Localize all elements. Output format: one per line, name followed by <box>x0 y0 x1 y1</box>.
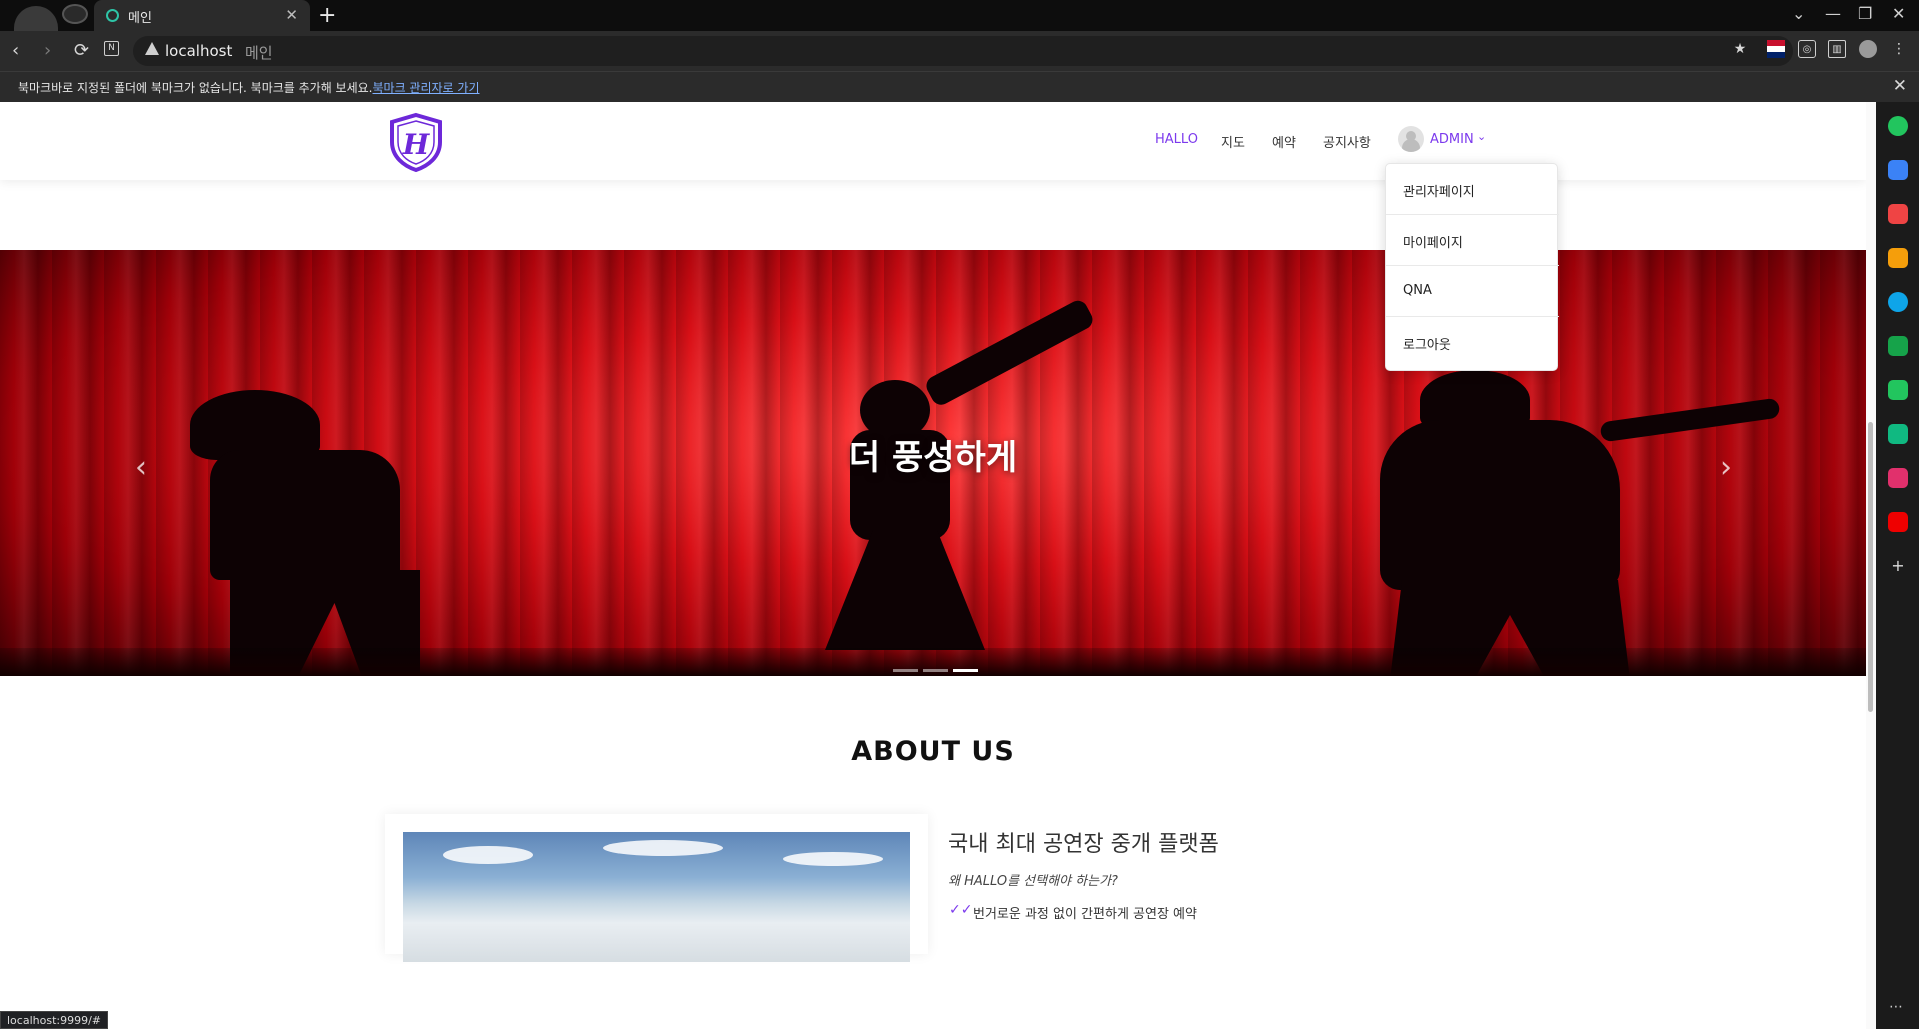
browser-toolbar: ‹ › ⟳ N localhost 메인 ⌕ ★ ◎ ▥ ⋮ <box>0 31 1919 71</box>
about-heading: 국내 최대 공연장 중개 플랫폼 <box>948 832 1219 857</box>
nav-map[interactable]: 지도 <box>1221 132 1245 151</box>
star-icon[interactable] <box>1888 248 1908 268</box>
user-avatar[interactable] <box>1398 126 1424 152</box>
user-menu-toggle[interactable]: ADMIN <box>1430 132 1474 147</box>
back-button[interactable]: ‹ <box>12 40 19 61</box>
briefcase-icon[interactable] <box>1888 160 1908 180</box>
about-subheading: 왜 HALLO를 선택해야 하는가? <box>948 874 1118 889</box>
naver-icon[interactable] <box>1888 336 1908 356</box>
tab-title: 메인 <box>128 11 152 26</box>
city-landscape-image <box>403 832 910 962</box>
bookmark-star-icon[interactable]: ★ <box>1731 40 1749 58</box>
status-url: localhost:9999/# <box>0 1011 108 1029</box>
web-page: H HALLO 지도 예약 공지사항 ADMIN ⌄ 관리자페이지 마이페이지 … <box>0 102 1866 1029</box>
menu-item-label: 마이페이지 <box>1403 236 1463 251</box>
restore-button[interactable]: ❐ <box>1858 4 1872 23</box>
add-icon[interactable]: + <box>1888 556 1908 576</box>
svg-text:H: H <box>402 128 431 161</box>
hallo-logo-icon[interactable]: H <box>388 112 444 172</box>
pocket-icon[interactable] <box>1888 204 1908 224</box>
site-header: H HALLO 지도 예약 공지사항 ADMIN ⌄ <box>0 102 1866 180</box>
bookmark-bar-close-button[interactable]: ✕ <box>1893 76 1907 96</box>
browser-tab-bar: 메인 ✕ + ⌄ — ❐ ✕ <box>0 0 1919 32</box>
carousel-indicator-active[interactable] <box>953 669 978 672</box>
carousel-indicator[interactable] <box>923 669 948 672</box>
cloud-shape <box>603 840 723 856</box>
about-point: 번거로운 과정 없이 간편하게 공연장 예약 <box>973 907 1197 922</box>
close-window-button[interactable]: ✕ <box>1892 4 1905 23</box>
hero-title: 더 풍성하게 <box>848 438 1018 478</box>
forward-button[interactable]: › <box>44 40 51 61</box>
menu-item-label: QNA <box>1403 283 1432 298</box>
nav-hallo[interactable]: HALLO <box>1155 132 1198 147</box>
carousel-next-button[interactable]: › <box>1720 450 1732 485</box>
carousel-prev-button[interactable]: ‹ <box>135 450 147 485</box>
webtoon-icon[interactable] <box>1888 424 1908 444</box>
screenshot-icon[interactable]: ◎ <box>1798 40 1816 58</box>
double-check-icon: ✓✓ <box>949 902 973 918</box>
address-bar[interactable]: localhost 메인 ⌕ <box>133 36 1793 66</box>
menu-item-label: 로그아웃 <box>1403 338 1451 353</box>
not-secure-icon[interactable] <box>145 42 159 55</box>
bookmark-message-text: 북마크바로 지정된 폴더에 북마크가 없습니다. 북마크를 추가해 보세요. <box>18 81 373 95</box>
menu-icon[interactable]: ⋮ <box>1890 40 1908 58</box>
new-tab-button[interactable]: + <box>318 3 336 28</box>
chart-icon[interactable] <box>1888 380 1908 400</box>
scrollbar-thumb[interactable] <box>1868 422 1873 712</box>
tab-close-button[interactable]: ✕ <box>285 6 298 24</box>
cloud-shape <box>783 852 883 866</box>
nav-notice[interactable]: 공지사항 <box>1323 132 1371 151</box>
more-icon[interactable]: ⋯ <box>1889 999 1903 1015</box>
menu-item-logout[interactable]: 로그아웃 <box>1386 317 1559 368</box>
user-dropdown-menu: 관리자페이지 마이페이지 QNA 로그아웃 <box>1385 163 1559 371</box>
translate-flag-icon[interactable] <box>1767 40 1785 58</box>
bookmark-bar-message: 북마크바로 지정된 폴더에 북마크가 없습니다. 북마크를 추가해 보세요.북마… <box>18 79 480 96</box>
youtube-icon[interactable] <box>1888 512 1908 532</box>
profile-avatar[interactable] <box>14 6 58 32</box>
about-image-card <box>385 814 928 962</box>
address-page-title: 메인 <box>245 44 273 62</box>
circle-icon[interactable] <box>1888 116 1908 136</box>
nav-reservation[interactable]: 예약 <box>1272 132 1296 151</box>
sidebar-toggle-icon[interactable]: ▥ <box>1828 40 1846 58</box>
bookmark-manager-link[interactable]: 북마크 관리자로 가기 <box>373 81 480 95</box>
address-host: localhost <box>165 42 233 60</box>
edge-icon[interactable] <box>1888 292 1908 312</box>
minimize-button[interactable]: — <box>1825 4 1841 23</box>
tab-search-button[interactable]: ⌄ <box>1792 4 1805 23</box>
reload-button[interactable]: ⟳ <box>74 40 89 61</box>
notion-extension-icon[interactable]: N <box>104 41 119 56</box>
silhouette-figure <box>825 530 985 650</box>
tab-favicon-icon <box>106 9 119 22</box>
silhouette-figure <box>922 297 1096 409</box>
menu-item-admin-page[interactable]: 관리자페이지 <box>1386 164 1559 215</box>
cloud-shape <box>443 846 533 864</box>
browser-tab[interactable]: 메인 ✕ <box>94 0 310 31</box>
hero-carousel: 더 풍성하게 ‹ › <box>0 250 1866 676</box>
menu-item-my-page[interactable]: 마이페이지 <box>1386 215 1559 266</box>
about-title: ABOUT US <box>851 736 1015 767</box>
instagram-icon[interactable] <box>1888 468 1908 488</box>
carousel-indicator[interactable] <box>893 669 918 672</box>
menu-item-qna[interactable]: QNA <box>1386 266 1559 317</box>
menu-item-label: 관리자페이지 <box>1403 185 1475 200</box>
page-scrollbar[interactable] <box>1866 102 1876 1029</box>
bookmark-bar: 북마크바로 지정된 폴더에 북마크가 없습니다. 북마크를 추가해 보세요.북마… <box>0 71 1919 102</box>
chevron-down-icon[interactable]: ⌄ <box>1477 130 1486 143</box>
browser-side-panel: + ⋯ <box>1876 102 1919 1029</box>
profile-icon[interactable] <box>1859 40 1877 58</box>
incognito-icon[interactable] <box>62 4 88 24</box>
